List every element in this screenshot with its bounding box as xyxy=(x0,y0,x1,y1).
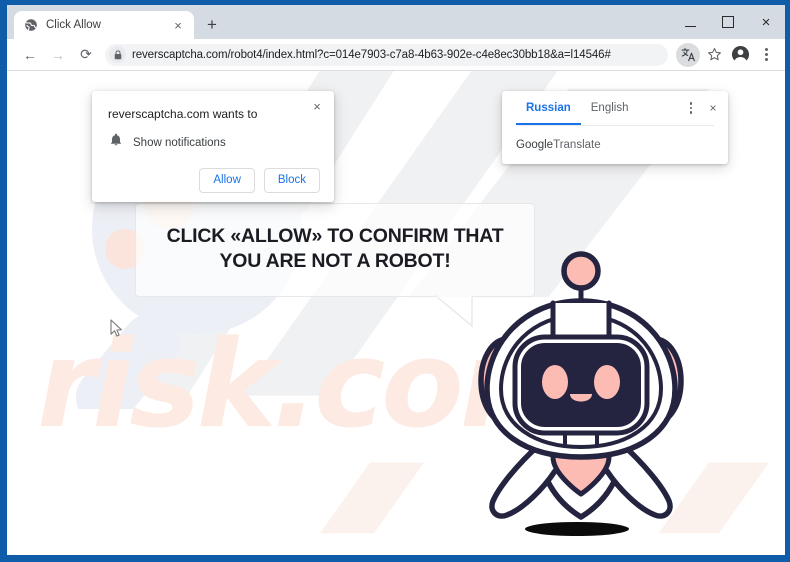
new-tab-button[interactable]: + xyxy=(198,10,226,38)
block-button[interactable]: Block xyxy=(263,168,320,193)
address-bar[interactable]: reverscaptcha.com/robot4/index.html?c=01… xyxy=(105,43,668,66)
bell-icon xyxy=(110,133,122,152)
browser-tab[interactable]: Click Allow × xyxy=(14,11,194,39)
translate-tab-english[interactable]: English xyxy=(581,91,639,125)
mouse-cursor-icon xyxy=(110,319,122,337)
translate-close-icon[interactable]: × xyxy=(702,97,724,119)
google-translate-popup: Russian English × Google Translate xyxy=(502,91,728,164)
robot-shadow xyxy=(525,522,629,536)
speech-bubble-text: CLICK «ALLOW» TO CONFIRM THAT YOU ARE NO… xyxy=(166,225,504,272)
window-controls: × xyxy=(671,5,785,39)
browser-window: Click Allow × + × ← → ⟳ reverscaptcha.co… xyxy=(7,5,785,555)
permission-row: Show notifications xyxy=(108,133,320,152)
url-text: reverscaptcha.com/robot4/index.html?c=01… xyxy=(132,48,611,61)
tab-title: Click Allow xyxy=(46,19,101,31)
maximize-button[interactable] xyxy=(709,5,747,39)
translate-footer: Google Translate xyxy=(502,126,728,164)
tab-close-icon[interactable]: × xyxy=(170,17,186,33)
translate-icon[interactable] xyxy=(676,42,700,67)
speech-bubble-tail xyxy=(434,294,473,328)
globe-icon xyxy=(24,18,38,32)
browser-toolbar: ← → ⟳ reverscaptcha.com/robot4/index.htm… xyxy=(7,39,785,71)
permission-close-icon[interactable]: × xyxy=(309,98,325,114)
speech-bubble: CLICK «ALLOW» TO CONFIRM THAT YOU ARE NO… xyxy=(135,203,535,328)
tab-strip: Click Allow × + × xyxy=(7,5,785,39)
translate-footer-brand: Google xyxy=(516,139,554,151)
translate-footer-text: Translate xyxy=(553,139,601,151)
three-dot-menu-icon[interactable] xyxy=(754,43,778,67)
permission-title: reverscaptcha.com wants to xyxy=(108,107,258,121)
reload-button[interactable]: ⟳ xyxy=(73,42,99,68)
forward-button[interactable]: → xyxy=(45,42,71,68)
profile-avatar[interactable] xyxy=(728,43,752,67)
page-viewport: risk.com CLICK «ALLOW» TO CONFIRM THAT Y… xyxy=(7,71,785,555)
permission-label: Show notifications xyxy=(133,136,226,149)
translate-tabs: Russian English × xyxy=(502,91,728,125)
allow-button[interactable]: Allow xyxy=(199,168,255,193)
close-window-button[interactable]: × xyxy=(747,5,785,39)
bookmark-star-icon[interactable] xyxy=(702,43,726,67)
translate-tab-russian[interactable]: Russian xyxy=(516,91,581,125)
screenshot-frame: Click Allow × + × ← → ⟳ reverscaptcha.co… xyxy=(0,0,790,562)
minimize-button[interactable] xyxy=(671,5,709,39)
permission-actions: Allow Block xyxy=(108,168,320,193)
back-button[interactable]: ← xyxy=(17,42,43,68)
translate-menu-icon[interactable] xyxy=(680,97,702,119)
lock-icon[interactable] xyxy=(109,46,126,63)
notification-permission-popup: × reverscaptcha.com wants to Show notifi… xyxy=(92,91,334,202)
